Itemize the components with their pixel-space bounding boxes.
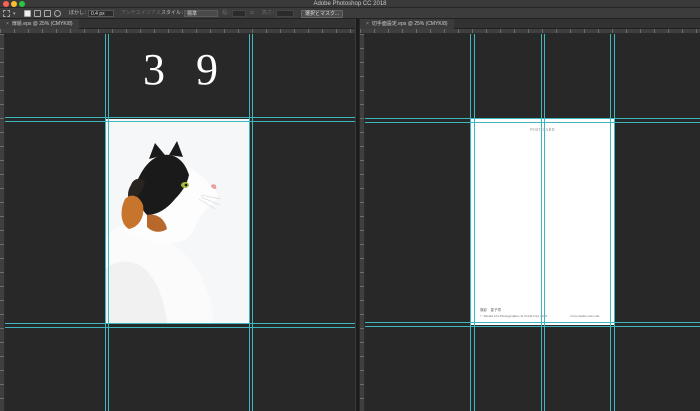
height-label: 高さ：	[262, 10, 278, 16]
guide-vertical[interactable]	[470, 34, 471, 411]
intersect-selection-icon[interactable]	[54, 10, 61, 17]
guide-horizontal[interactable]	[5, 323, 355, 324]
guide-vertical[interactable]	[105, 34, 106, 411]
style-label: スタイル：	[161, 10, 187, 16]
style-select[interactable]: 標準	[184, 10, 218, 17]
guide-vertical[interactable]	[614, 34, 615, 411]
guide-vertical[interactable]	[249, 34, 250, 411]
guide-vertical[interactable]	[252, 34, 253, 411]
select-and-mask-button[interactable]: 選択とマスク...	[301, 10, 344, 18]
guide-horizontal[interactable]	[5, 327, 355, 328]
website-line: www.studio-ura.com	[570, 314, 600, 318]
new-selection-icon[interactable]	[24, 10, 31, 17]
guide-vertical[interactable]	[474, 34, 475, 411]
guide-vertical[interactable]	[108, 34, 109, 411]
guide-vertical[interactable]	[541, 34, 542, 411]
marquee-tool-icon[interactable]	[3, 10, 10, 17]
postcard-artboard: POST CARD 撮影 星子寿 © Yutaka Ura Photograph…	[470, 118, 615, 325]
width-input[interactable]	[232, 10, 246, 17]
chevron-down-icon[interactable]: ▾	[13, 11, 16, 17]
add-selection-icon[interactable]	[34, 10, 41, 17]
antialias-checkbox[interactable]: アンチエイリアス	[121, 8, 161, 19]
feather-input[interactable]: 0.4 px	[88, 10, 114, 17]
cat-photo	[105, 119, 249, 324]
subtract-selection-icon[interactable]	[44, 10, 51, 17]
document-tab-label: 切手面設定.eps @ 25% (CMYK/8)	[371, 21, 448, 27]
photo-credit: 撮影 星子寿	[480, 308, 501, 312]
app-title: Adobe Photoshop CC 2018	[313, 1, 387, 7]
document-tab-bar-right: × 切手面設定.eps @ 25% (CMYK/8)	[360, 19, 700, 29]
guide-vertical[interactable]	[610, 34, 611, 411]
title-bar: Adobe Photoshop CC 2018	[0, 0, 700, 8]
guide-horizontal[interactable]	[365, 322, 700, 323]
height-input[interactable]	[276, 10, 294, 17]
document-tab-bar-left: × 扉絵.eps @ 25% (CMYK/8)	[0, 19, 355, 29]
document-tab-label: 扉絵.eps @ 25% (CMYK/8)	[11, 21, 73, 27]
width-label: 幅：	[222, 10, 233, 16]
postcard-title: POST CARD	[530, 127, 555, 132]
feather-label: ぼかし：	[69, 10, 90, 16]
copyright-line: © Yutaka Ura Photographer, in North City…	[480, 314, 548, 318]
cat-illustration	[105, 119, 249, 324]
guide-horizontal[interactable]	[365, 118, 700, 119]
close-icon[interactable]: ×	[366, 21, 369, 27]
options-bar: ▾ ぼかし： 0.4 px アンチエイリアス スタイル： 標準 幅： ⇄ 高さ：…	[0, 8, 700, 19]
close-icon[interactable]: ×	[6, 21, 9, 27]
guide-horizontal[interactable]	[5, 121, 355, 122]
swap-dimensions-icon[interactable]: ⇄	[250, 8, 254, 19]
document-tab-cover[interactable]: × 扉絵.eps @ 25% (CMYK/8)	[0, 19, 79, 29]
page-number: 3 9	[143, 45, 228, 94]
document-tab-postcard[interactable]: × 切手面設定.eps @ 25% (CMYK/8)	[360, 19, 454, 29]
guide-horizontal[interactable]	[365, 122, 700, 123]
guide-horizontal[interactable]	[5, 117, 355, 118]
guide-vertical[interactable]	[544, 34, 545, 411]
guide-horizontal[interactable]	[365, 326, 700, 327]
pane-divider[interactable]	[355, 19, 359, 411]
